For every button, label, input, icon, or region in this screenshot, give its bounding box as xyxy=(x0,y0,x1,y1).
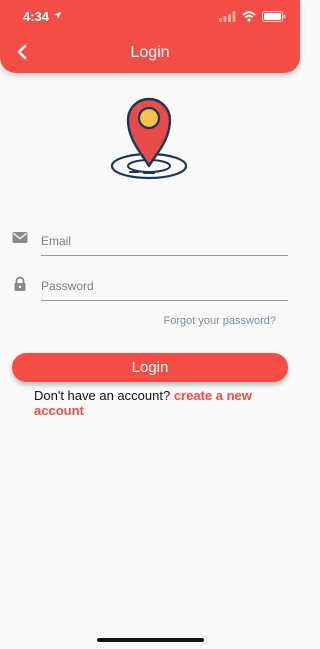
password-field xyxy=(12,275,288,315)
home-indicator xyxy=(97,638,204,642)
battery-icon xyxy=(262,11,286,22)
app-header: 4:34 Login xyxy=(0,0,300,73)
status-icons xyxy=(219,11,286,22)
location-pin-icon xyxy=(110,97,188,180)
login-button[interactable]: Login xyxy=(12,353,288,382)
mail-icon xyxy=(12,232,28,243)
password-input[interactable] xyxy=(41,275,288,301)
signup-prompt: Don't have an account? create a new acco… xyxy=(34,388,284,418)
status-time: 4:34 xyxy=(23,9,50,24)
email-input[interactable] xyxy=(41,230,288,256)
status-bar: 4:34 xyxy=(0,0,300,34)
location-arrow-icon xyxy=(53,11,62,20)
lock-icon xyxy=(14,276,26,291)
wifi-icon xyxy=(242,11,256,22)
page-title: Login xyxy=(130,44,170,61)
email-field xyxy=(12,230,288,270)
signal-icon xyxy=(219,11,236,22)
forgot-password-link[interactable]: Forgot your password? xyxy=(164,315,277,327)
signup-prompt-text: Don't have an account? xyxy=(34,388,174,403)
